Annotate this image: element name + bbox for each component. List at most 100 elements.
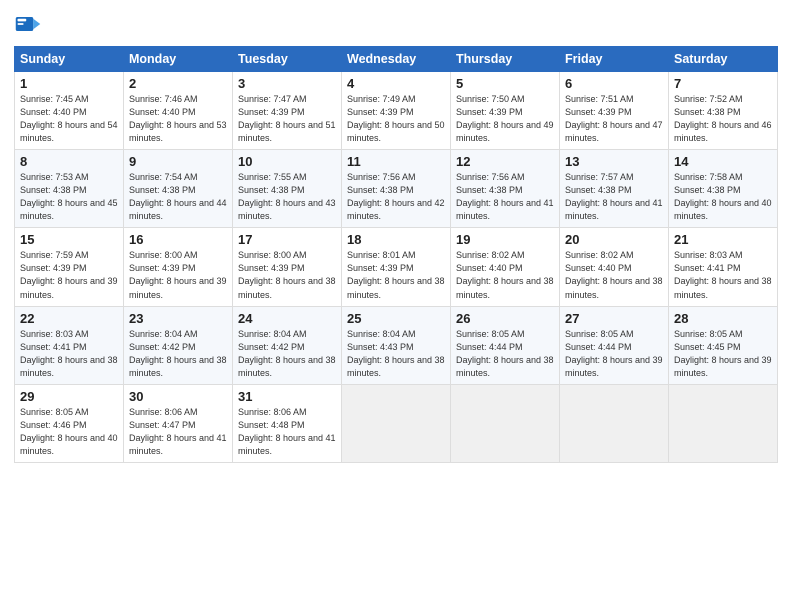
day-info: Sunrise: 8:00 AMSunset: 4:39 PMDaylight:… [238,249,336,301]
day-number: 10 [238,154,336,169]
day-number: 5 [456,76,554,91]
calendar-cell: 1Sunrise: 7:45 AMSunset: 4:40 PMDaylight… [15,72,124,150]
calendar-cell: 11 Sunrise: 7:56 AMSunset: 4:38 PMDayligh… [342,150,451,228]
day-number: 9 [129,154,227,169]
day-info: Sunrise: 7:56 AMSunset: 4:38 PMDaylight:… [347,171,445,223]
day-number: 29 [20,389,118,404]
calendar-cell: 30 Sunrise: 8:06 AMSunset: 4:47 PMDayligh… [124,384,233,462]
calendar-cell: 5 Sunrise: 7:50 AMSunset: 4:39 PMDaylight… [451,72,560,150]
day-info: Sunrise: 7:50 AMSunset: 4:39 PMDaylight:… [456,93,554,145]
day-number: 7 [674,76,772,91]
day-info: Sunrise: 7:56 AMSunset: 4:38 PMDaylight:… [456,171,554,223]
day-number: 11 [347,154,445,169]
day-info: Sunrise: 8:03 AMSunset: 4:41 PMDaylight:… [20,328,118,380]
day-info: Sunrise: 8:05 AMSunset: 4:44 PMDaylight:… [565,328,663,380]
calendar-cell: 21 Sunrise: 8:03 AMSunset: 4:41 PMDayligh… [669,228,778,306]
day-number: 17 [238,232,336,247]
day-info: Sunrise: 7:45 AMSunset: 4:40 PMDaylight:… [20,93,118,145]
day-info: Sunrise: 8:04 AMSunset: 4:42 PMDaylight:… [238,328,336,380]
calendar-cell: 13 Sunrise: 7:57 AMSunset: 4:38 PMDayligh… [560,150,669,228]
day-number: 2 [129,76,227,91]
calendar-cell: 20Sunrise: 8:02 AMSunset: 4:40 PMDayligh… [560,228,669,306]
day-number: 28 [674,311,772,326]
calendar-cell: 22 Sunrise: 8:03 AMSunset: 4:41 PMDayligh… [15,306,124,384]
day-info: Sunrise: 8:03 AMSunset: 4:41 PMDaylight:… [674,249,772,301]
day-number: 14 [674,154,772,169]
logo [14,10,46,38]
calendar-week-3: 15 Sunrise: 7:59 AMSunset: 4:39 PMDayligh… [15,228,778,306]
calendar-header-saturday: Saturday [669,47,778,72]
calendar-header-monday: Monday [124,47,233,72]
calendar-cell: 28 Sunrise: 8:05 AMSunset: 4:45 PMDayligh… [669,306,778,384]
day-number: 6 [565,76,663,91]
calendar-header-row: SundayMondayTuesdayWednesdayThursdayFrid… [15,47,778,72]
day-info: Sunrise: 7:49 AMSunset: 4:39 PMDaylight:… [347,93,445,145]
calendar-header-friday: Friday [560,47,669,72]
day-info: Sunrise: 8:04 AMSunset: 4:43 PMDaylight:… [347,328,445,380]
day-number: 24 [238,311,336,326]
calendar-week-4: 22 Sunrise: 8:03 AMSunset: 4:41 PMDayligh… [15,306,778,384]
day-info: Sunrise: 8:06 AMSunset: 4:48 PMDaylight:… [238,406,336,458]
calendar-cell: 10 Sunrise: 7:55 AMSunset: 4:38 PMDayligh… [233,150,342,228]
calendar-header-thursday: Thursday [451,47,560,72]
day-number: 27 [565,311,663,326]
calendar-cell: 24 Sunrise: 8:04 AMSunset: 4:42 PMDayligh… [233,306,342,384]
day-number: 30 [129,389,227,404]
day-info: Sunrise: 7:54 AMSunset: 4:38 PMDaylight:… [129,171,227,223]
day-info: Sunrise: 8:05 AMSunset: 4:46 PMDaylight:… [20,406,118,458]
day-info: Sunrise: 8:05 AMSunset: 4:45 PMDaylight:… [674,328,772,380]
calendar-cell [560,384,669,462]
day-info: Sunrise: 7:47 AMSunset: 4:39 PMDaylight:… [238,93,336,145]
day-number: 18 [347,232,445,247]
calendar-cell: 17 Sunrise: 8:00 AMSunset: 4:39 PMDayligh… [233,228,342,306]
day-info: Sunrise: 7:57 AMSunset: 4:38 PMDaylight:… [565,171,663,223]
calendar-cell: 15 Sunrise: 7:59 AMSunset: 4:39 PMDayligh… [15,228,124,306]
calendar-table: SundayMondayTuesdayWednesdayThursdayFrid… [14,46,778,463]
calendar-cell: 12 Sunrise: 7:56 AMSunset: 4:38 PMDayligh… [451,150,560,228]
calendar-header-wednesday: Wednesday [342,47,451,72]
calendar-week-5: 29 Sunrise: 8:05 AMSunset: 4:46 PMDayligh… [15,384,778,462]
day-number: 16 [129,232,227,247]
day-info: Sunrise: 7:59 AMSunset: 4:39 PMDaylight:… [20,249,118,301]
day-number: 15 [20,232,118,247]
day-info: Sunrise: 7:53 AMSunset: 4:38 PMDaylight:… [20,171,118,223]
day-info: Sunrise: 8:01 AMSunset: 4:39 PMDaylight:… [347,249,445,301]
day-info: Sunrise: 7:55 AMSunset: 4:38 PMDaylight:… [238,171,336,223]
calendar-cell: 9 Sunrise: 7:54 AMSunset: 4:38 PMDaylight… [124,150,233,228]
calendar-header-sunday: Sunday [15,47,124,72]
day-number: 3 [238,76,336,91]
day-number: 8 [20,154,118,169]
day-number: 26 [456,311,554,326]
day-number: 21 [674,232,772,247]
calendar-cell: 27 Sunrise: 8:05 AMSunset: 4:44 PMDayligh… [560,306,669,384]
day-number: 31 [238,389,336,404]
calendar-cell: 14 Sunrise: 7:58 AMSunset: 4:38 PMDayligh… [669,150,778,228]
calendar-cell: 19Sunrise: 8:02 AMSunset: 4:40 PMDayligh… [451,228,560,306]
calendar-cell: 4Sunrise: 7:49 AMSunset: 4:39 PMDaylight… [342,72,451,150]
calendar-cell: 23 Sunrise: 8:04 AMSunset: 4:42 PMDayligh… [124,306,233,384]
day-info: Sunrise: 8:02 AMSunset: 4:40 PMDaylight:… [456,249,554,301]
day-info: Sunrise: 8:00 AMSunset: 4:39 PMDaylight:… [129,249,227,301]
day-info: Sunrise: 8:04 AMSunset: 4:42 PMDaylight:… [129,328,227,380]
day-info: Sunrise: 7:51 AMSunset: 4:39 PMDaylight:… [565,93,663,145]
day-number: 23 [129,311,227,326]
day-number: 20 [565,232,663,247]
day-info: Sunrise: 8:05 AMSunset: 4:44 PMDaylight:… [456,328,554,380]
logo-icon [14,10,42,38]
day-number: 22 [20,311,118,326]
calendar-cell: 29 Sunrise: 8:05 AMSunset: 4:46 PMDayligh… [15,384,124,462]
calendar-cell: 16 Sunrise: 8:00 AMSunset: 4:39 PMDayligh… [124,228,233,306]
day-info: Sunrise: 7:58 AMSunset: 4:38 PMDaylight:… [674,171,772,223]
calendar-cell: 25Sunrise: 8:04 AMSunset: 4:43 PMDayligh… [342,306,451,384]
day-number: 12 [456,154,554,169]
day-number: 13 [565,154,663,169]
calendar-cell: 6 Sunrise: 7:51 AMSunset: 4:39 PMDaylight… [560,72,669,150]
day-info: Sunrise: 7:52 AMSunset: 4:38 PMDaylight:… [674,93,772,145]
calendar-cell [342,384,451,462]
calendar-week-1: 1Sunrise: 7:45 AMSunset: 4:40 PMDaylight… [15,72,778,150]
calendar-cell: 31 Sunrise: 8:06 AMSunset: 4:48 PMDayligh… [233,384,342,462]
calendar-week-2: 8 Sunrise: 7:53 AMSunset: 4:38 PMDaylight… [15,150,778,228]
calendar-cell: 2Sunrise: 7:46 AMSunset: 4:40 PMDaylight… [124,72,233,150]
day-info: Sunrise: 8:06 AMSunset: 4:47 PMDaylight:… [129,406,227,458]
page-container: SundayMondayTuesdayWednesdayThursdayFrid… [0,0,792,612]
